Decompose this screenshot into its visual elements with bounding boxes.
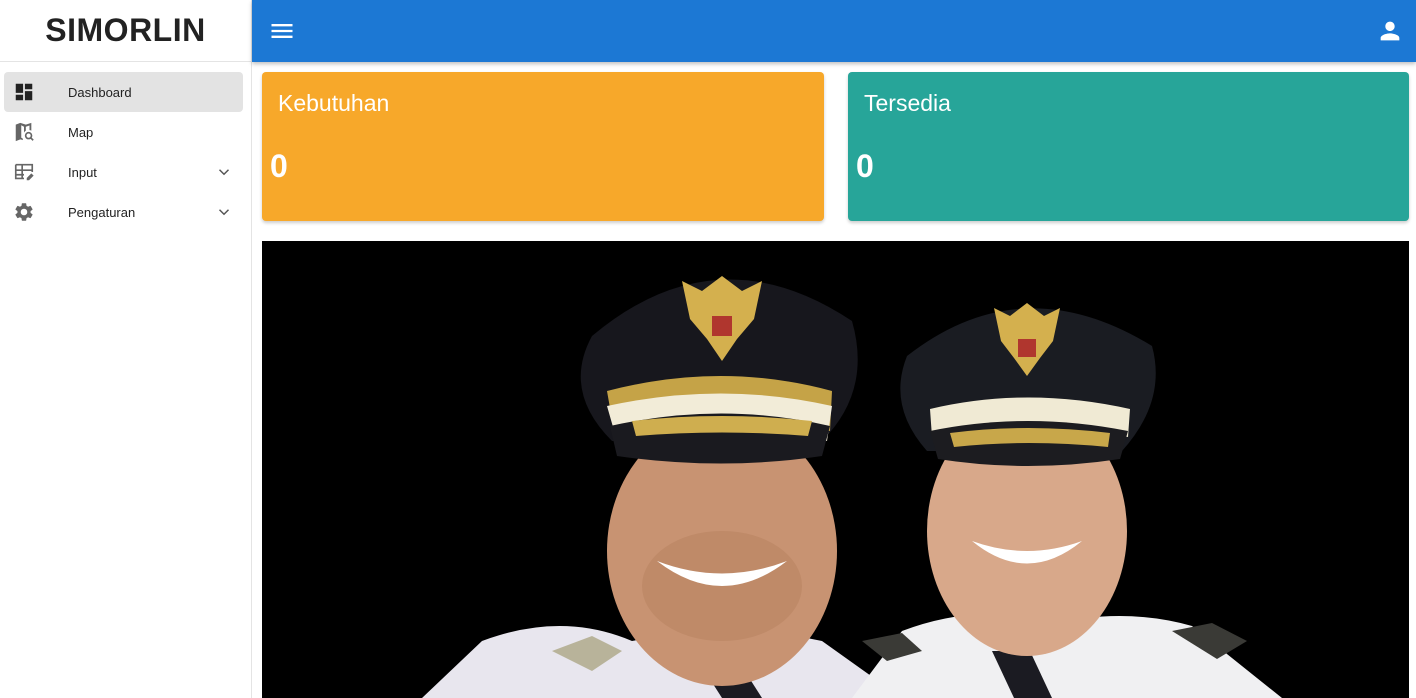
chevron-down-icon[interactable]	[215, 203, 233, 221]
account-icon[interactable]	[1376, 17, 1404, 45]
card-value: 0	[270, 148, 288, 184]
sidebar-item-label: Dashboard	[68, 84, 132, 100]
kebutuhan-card: Kebutuhan 0	[262, 72, 824, 221]
card-title: Tersedia	[864, 90, 951, 116]
chevron-down-icon[interactable]	[215, 163, 233, 181]
portrait-photo	[422, 276, 1282, 698]
app-bar	[252, 0, 1416, 62]
banner-image	[262, 241, 1409, 698]
sidebar-item-label: Map	[68, 124, 94, 140]
sidebar-nav: Dashboard Map Input Pengaturan	[0, 62, 251, 232]
card-title: Kebutuhan	[278, 90, 390, 116]
sidebar-item-label: Input	[68, 164, 97, 180]
right-official	[852, 303, 1282, 698]
left-official	[422, 276, 902, 698]
gear-icon	[15, 203, 33, 221]
hamburger-menu-icon[interactable]	[268, 17, 296, 45]
sidebar-item-map[interactable]: Map	[4, 112, 243, 152]
dashboard-icon	[15, 83, 33, 101]
table-edit-icon	[14, 163, 34, 181]
map-search-icon	[15, 122, 34, 142]
app-title: SIMORLIN	[0, 0, 251, 62]
sidebar-item-input[interactable]: Input	[4, 152, 243, 192]
sidebar: SIMORLIN Dashboard Map Input Pengaturan	[0, 0, 252, 698]
tersedia-card: Tersedia 0	[848, 72, 1409, 221]
sidebar-item-label: Pengaturan	[68, 204, 136, 220]
sidebar-item-dashboard[interactable]: Dashboard	[4, 72, 243, 112]
card-value: 0	[856, 148, 874, 184]
sidebar-item-pengaturan[interactable]: Pengaturan	[4, 192, 243, 232]
